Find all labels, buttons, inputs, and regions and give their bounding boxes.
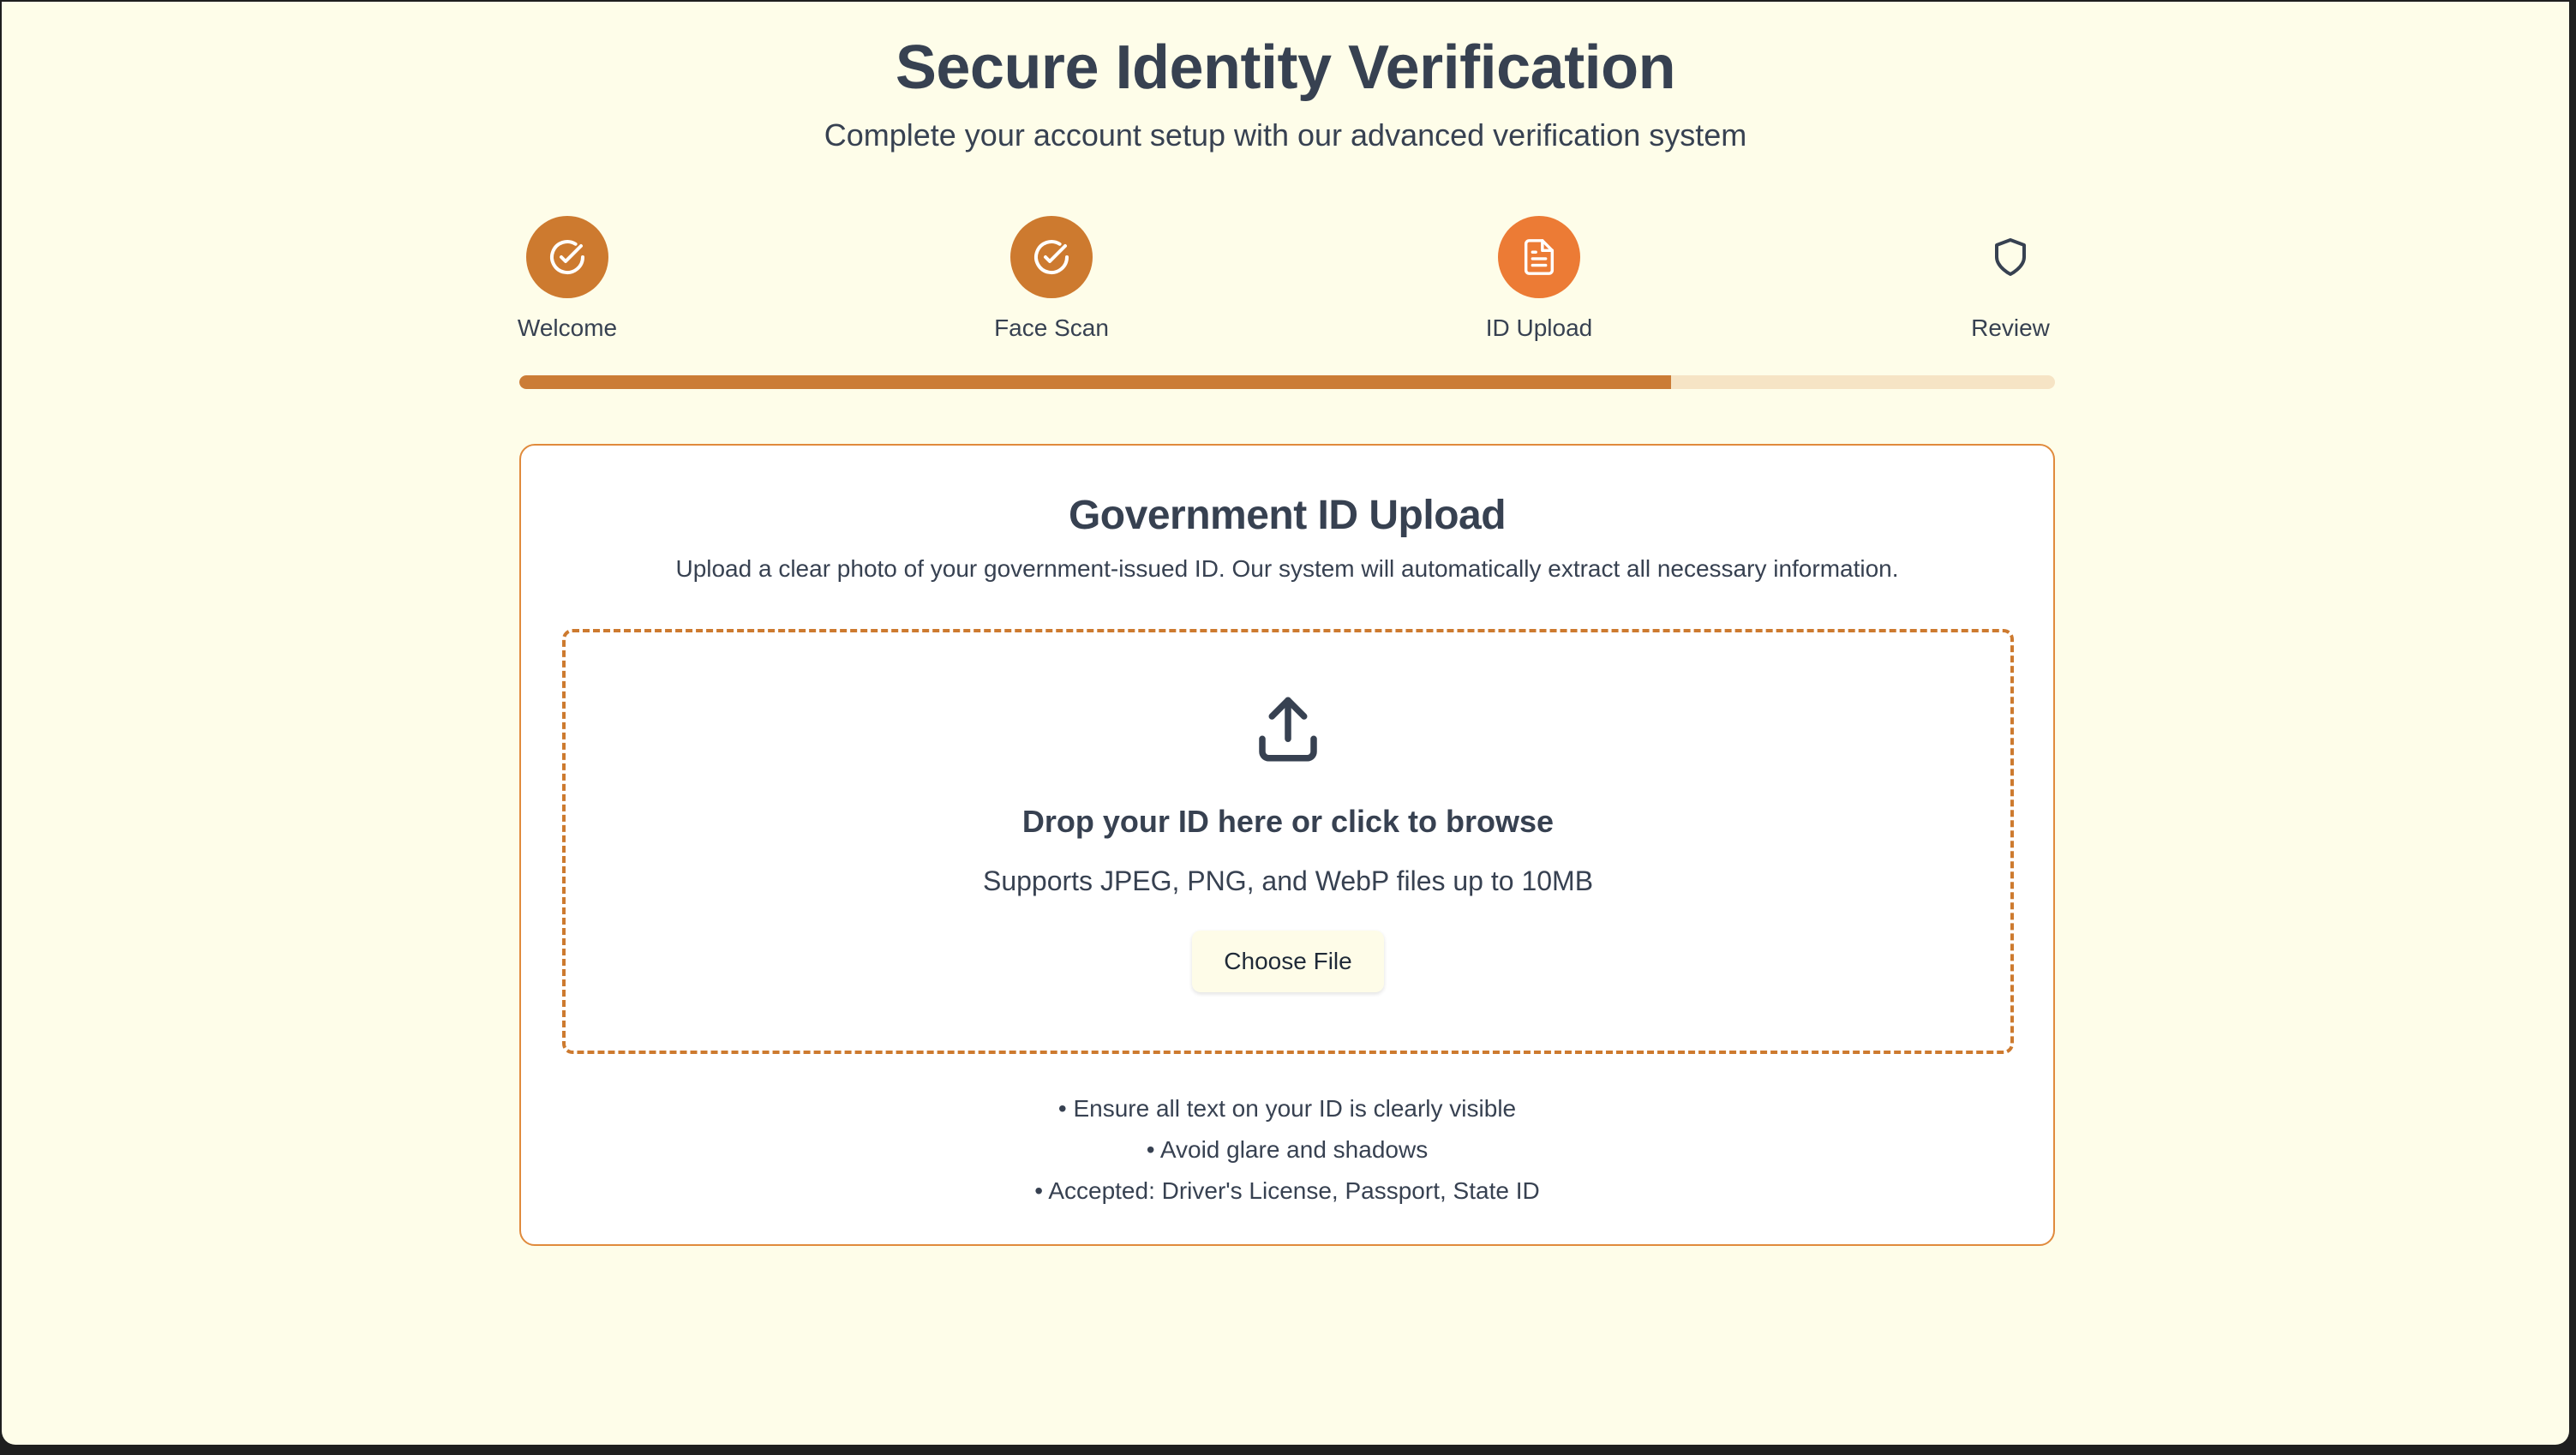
step-label-face-scan: Face Scan (994, 314, 1109, 341)
dropzone-title: Drop your ID here or click to browse (1021, 804, 1555, 839)
check-circle-icon (1034, 240, 1069, 275)
dropzone-subtitle: Supports JPEG, PNG, and WebP files up to… (982, 865, 1594, 896)
upload-tips-list: Ensure all text on your ID is clearly vi… (521, 1088, 2053, 1212)
tip-item: Avoid glare and shadows (521, 1129, 2053, 1171)
progress-bar (519, 375, 2055, 389)
step-face-scan-circle (1010, 216, 1093, 298)
step-id-upload: ID Upload (1428, 216, 1650, 343)
app-window: Secure Identity Verification Complete yo… (2, 2, 2569, 1445)
step-label-welcome: Welcome (517, 314, 618, 341)
check-circle-icon (550, 240, 584, 275)
choose-file-button[interactable]: Choose File (1192, 931, 1384, 992)
step-review: Review (1899, 216, 2122, 343)
step-welcome: Welcome (456, 216, 679, 343)
step-label-review: Review (1971, 314, 2050, 341)
step-review-circle (1969, 216, 2052, 298)
step-id-upload-circle (1498, 216, 1580, 298)
step-label-id-upload: ID Upload (1485, 314, 1593, 341)
upload-icon (1259, 697, 1317, 762)
step-welcome-circle (526, 216, 608, 298)
page-title: Secure Identity Verification (895, 33, 1676, 102)
card-description: Upload a clear photo of your government-… (675, 555, 1899, 582)
stepper: Welcome Face Scan ID Upload Review (516, 216, 2055, 353)
page-subtitle: Complete your account setup with our adv… (824, 117, 1747, 153)
step-face-scan: Face Scan (940, 216, 1163, 343)
id-upload-card: Government ID Upload Upload a clear phot… (519, 444, 2055, 1246)
progress-bar-fill (519, 375, 1671, 389)
shield-icon (1995, 238, 2026, 276)
id-dropzone[interactable]: Drop your ID here or click to browse Sup… (562, 629, 2014, 1054)
tip-item: Accepted: Driver's License, Passport, St… (521, 1171, 2053, 1212)
document-icon (1524, 239, 1555, 275)
card-title: Government ID Upload (1068, 493, 1507, 538)
tip-item: Ensure all text on your ID is clearly vi… (521, 1088, 2053, 1129)
